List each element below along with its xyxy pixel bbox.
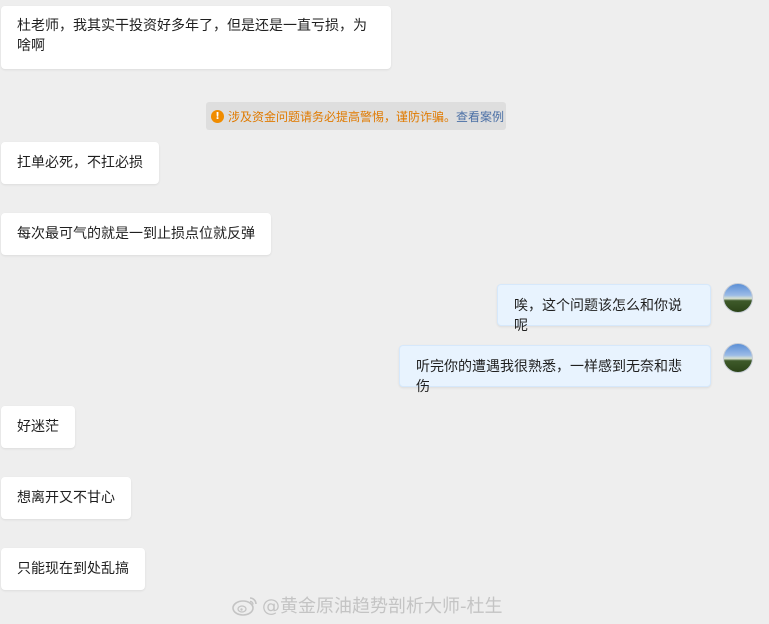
avatar[interactable] — [723, 283, 753, 313]
message-text: 听完你的遭遇我很熟悉，一样感到无奈和悲伤 — [416, 359, 682, 395]
message-bubble-incoming: 想离开又不甘心 — [1, 477, 131, 519]
message-bubble-incoming: 好迷茫 — [1, 406, 75, 448]
message-text: 只能现在到处乱搞 — [17, 561, 129, 577]
fraud-warning-notice: ! 涉及资金问题请务必提高警惕，谨防诈骗。 查看案例 — [206, 102, 506, 130]
message-bubble-outgoing: 听完你的遭遇我很熟悉，一样感到无奈和悲伤 — [399, 345, 711, 395]
message-text: 好迷茫 — [17, 419, 59, 435]
message-bubble-incoming: 每次最可气的就是一到止损点位就反弹 — [1, 213, 271, 255]
message-bubble-incoming: 扛单必死，不扛必损 — [1, 142, 159, 184]
message-text: 想离开又不甘心 — [17, 490, 115, 506]
watermark-text: @黄金原油趋势剖析大师-杜生 — [262, 596, 503, 617]
message-text: 唉，这个问题该怎么和你说呢 — [514, 298, 682, 334]
weibo-logo-icon — [232, 597, 257, 616]
message-text: 杜老师，我其实干投资好多年了，但是还是一直亏损，为啥啊 — [17, 18, 367, 54]
message-bubble-outgoing: 唉，这个问题该怎么和你说呢 — [497, 284, 711, 334]
warning-text: 涉及资金问题请务必提高警惕，谨防诈骗。 — [228, 109, 457, 124]
message-text: 每次最可气的就是一到止损点位就反弹 — [17, 226, 255, 242]
watermark: @黄金原油趋势剖析大师-杜生 — [232, 592, 503, 618]
message-text: 扛单必死，不扛必损 — [17, 155, 143, 171]
avatar[interactable] — [723, 343, 753, 373]
warning-icon: ! — [211, 109, 224, 123]
view-cases-link[interactable]: 查看案例 — [456, 108, 504, 125]
message-bubble-incoming: 杜老师，我其实干投资好多年了，但是还是一直亏损，为啥啊 — [1, 6, 391, 69]
message-bubble-incoming: 只能现在到处乱搞 — [1, 548, 145, 590]
